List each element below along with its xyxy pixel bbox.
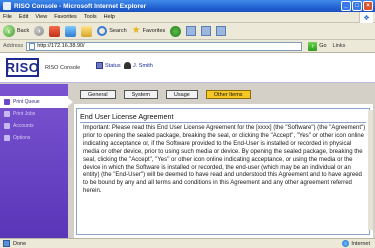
forward-arrow-icon: › (34, 26, 45, 36)
document-icon (4, 111, 10, 117)
riso-logo: RISO (5, 58, 40, 77)
page-icon (29, 42, 36, 50)
menu-view[interactable]: View (35, 14, 47, 20)
page-status-icon (3, 240, 10, 247)
sidebar-item-label: Accounts (13, 123, 34, 129)
menu-file[interactable]: File (3, 14, 12, 20)
tab-other-items[interactable]: Other Items (205, 90, 251, 99)
windows-logo-icon: ❖ (359, 12, 373, 23)
close-button[interactable]: × (363, 1, 373, 11)
globe-icon (342, 240, 350, 247)
favorites-button[interactable]: ★ Favorites (132, 25, 166, 38)
ie-app-icon (3, 2, 11, 10)
sidebar-item-options[interactable]: Options (0, 132, 68, 144)
mail-icon[interactable] (186, 26, 197, 36)
search-label: Search (109, 28, 127, 34)
options-icon (4, 135, 10, 141)
status-text: Done (13, 240, 27, 247)
console-title: RISO Console (45, 65, 81, 71)
sidebar: Print Queue Print Jobs Accounts Options (0, 84, 73, 238)
app-header: RISO RISO Console Status J. Smith (0, 53, 375, 83)
tab-system[interactable]: System (123, 90, 158, 99)
panel-title: End User License Agreement (80, 112, 174, 121)
tab-general[interactable]: General (80, 90, 116, 99)
back-arrow-icon: ‹ (3, 25, 15, 37)
tab-bar: General System Usage Other Items (80, 90, 251, 99)
sidebar-item-print-jobs[interactable]: Print Jobs (0, 108, 68, 120)
status-icon (96, 62, 103, 69)
go-arrow-icon: › (308, 41, 318, 51)
forward-button[interactable]: › (34, 25, 45, 38)
user-icon (124, 62, 131, 69)
menu-favorites[interactable]: Favorites (54, 14, 77, 20)
user-link-label: J. Smith (133, 62, 153, 69)
security-zone: Internet (342, 240, 370, 247)
minimize-button[interactable]: _ (341, 1, 351, 11)
zone-label: Internet (351, 240, 370, 247)
window-controls: _ □ × (341, 1, 373, 11)
status-link-label: Status (105, 62, 121, 69)
user-link[interactable]: J. Smith (124, 62, 153, 69)
status-link[interactable]: Status (96, 62, 121, 69)
search-icon (97, 26, 108, 36)
favorites-label: Favorites (142, 28, 166, 34)
address-bar: Address http://172.16.38.90/ › Go Links (0, 40, 375, 53)
star-icon: ★ (131, 25, 141, 36)
links-button[interactable]: Links (333, 43, 346, 49)
window-titlebar: RISO Console - Microsoft Internet Explor… (0, 0, 375, 12)
menu-edit[interactable]: Edit (19, 14, 28, 20)
go-button[interactable]: › Go (305, 41, 329, 51)
tab-usage[interactable]: Usage (165, 90, 198, 99)
browser-toolbar: ‹ Back › Search ★ Favorites (0, 23, 375, 40)
sidebar-item-label: Options (13, 135, 31, 141)
maximize-button[interactable]: □ (352, 1, 362, 11)
sidebar-item-label: Print Jobs (13, 111, 36, 117)
vertical-scrollbar[interactable] (368, 110, 373, 230)
sidebar-item-label: Print Queue (13, 99, 40, 105)
menu-help[interactable]: Help (104, 14, 115, 20)
menu-bar: File Edit View Favorites Tools Help ❖ (0, 12, 375, 23)
back-button[interactable]: ‹ Back (3, 25, 29, 38)
license-panel: End User License Agreement Important: Pl… (76, 108, 370, 235)
edit-icon[interactable] (216, 26, 227, 36)
sidebar-item-accounts[interactable]: Accounts (0, 120, 68, 132)
stop-icon[interactable] (49, 25, 61, 37)
print-icon[interactable] (201, 26, 212, 36)
address-input[interactable]: http://172.16.38.90/ (26, 41, 303, 51)
address-label: Address (3, 43, 24, 49)
divider (80, 122, 366, 123)
refresh-icon[interactable] (65, 25, 77, 37)
media-icon[interactable] (170, 25, 182, 37)
sidebar-item-print-queue[interactable]: Print Queue (0, 96, 73, 108)
printer-icon (4, 99, 10, 105)
search-button[interactable]: Search (97, 25, 127, 38)
accounts-icon (4, 123, 10, 129)
license-text: Important: Please read this End User Lic… (83, 125, 366, 195)
window-title: RISO Console - Microsoft Internet Explor… (14, 2, 147, 10)
back-label: Back (17, 28, 30, 34)
go-label: Go (319, 43, 327, 49)
menu-tools[interactable]: Tools (84, 14, 97, 20)
home-icon[interactable] (81, 25, 93, 37)
status-bar: Done Internet (0, 238, 375, 248)
address-value: http://172.16.38.90/ (37, 43, 85, 49)
